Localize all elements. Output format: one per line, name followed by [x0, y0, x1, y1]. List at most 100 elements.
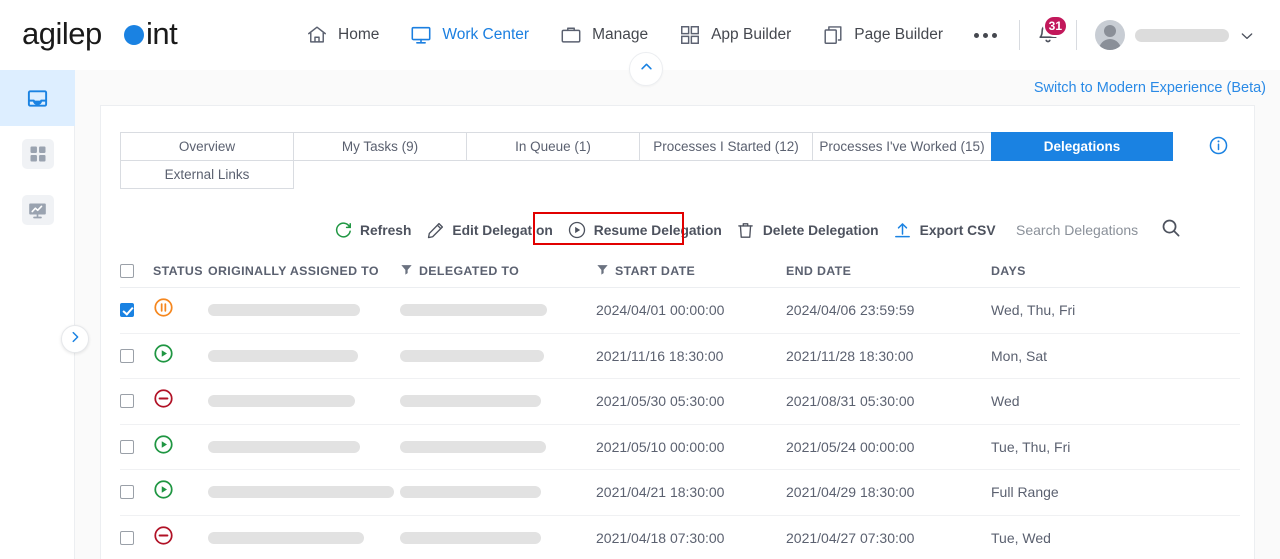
tab-processes-i-started[interactable]: Processes I Started (12) — [639, 132, 813, 161]
redacted-name — [400, 440, 546, 453]
column-header-start-date[interactable]: START DATE — [596, 263, 786, 279]
agilepoint-logo[interactable]: agilep int — [22, 14, 197, 54]
sidebar-item-analytics[interactable] — [0, 182, 75, 238]
filter-icon[interactable] — [400, 263, 413, 279]
cell-days: Tue, Thu, Fri — [991, 438, 1071, 455]
switch-to-modern-experience-link[interactable]: Switch to Modern Experience (Beta) — [1034, 80, 1266, 96]
avatar-icon — [1095, 20, 1125, 50]
row-select-checkbox[interactable] — [120, 303, 134, 318]
redacted-name — [208, 486, 394, 499]
column-header-days[interactable]: DAYS — [991, 264, 1171, 278]
pause-circle-icon — [153, 297, 174, 323]
stop-circle-icon — [153, 525, 174, 551]
inbox-icon — [22, 83, 54, 113]
svg-text:int: int — [146, 16, 178, 51]
row-select-checkbox[interactable] — [120, 485, 134, 500]
cell-originally-assigned-to — [208, 440, 400, 453]
tab-delegations[interactable]: Delegations — [991, 132, 1173, 161]
resume-delegation-button[interactable]: Resume Delegation — [560, 213, 729, 247]
tab-processes-ive-worked[interactable]: Processes I've Worked (15) — [812, 132, 992, 161]
edit-delegation-label: Edit Delegation — [452, 222, 553, 238]
cell-days: Full Range — [991, 484, 1059, 501]
row-select-checkbox[interactable] — [120, 530, 134, 545]
column-header-delegated-to[interactable]: DELEGATED TO — [400, 263, 596, 279]
sidebar-item-inbox[interactable] — [0, 70, 75, 126]
monitor-icon — [409, 23, 433, 47]
column-header-status[interactable]: STATUS — [153, 264, 208, 278]
cell-originally-assigned-to — [208, 304, 400, 317]
play-circle-icon — [153, 343, 174, 369]
left-sidebar — [0, 70, 89, 559]
pages-icon — [821, 23, 845, 47]
row-status-cell — [153, 297, 208, 323]
delegations-table: STATUS ORIGINALLY ASSIGNED TO DELEGATED … — [120, 254, 1240, 559]
nav-item-app-builder[interactable]: App Builder — [663, 0, 806, 70]
cell-start-date: 2021/04/21 18:30:00 — [596, 484, 725, 501]
refresh-button[interactable]: Refresh — [326, 213, 418, 247]
grid-icon — [21, 139, 54, 169]
table-row[interactable]: 2021/05/30 05:30:00 2021/08/31 05:30:00 We… — [120, 379, 1240, 425]
cell-end-date: 2024/04/06 23:59:59 — [786, 302, 915, 319]
edit-delegation-button[interactable]: Edit Delegation — [418, 213, 559, 247]
nav-item-work-center[interactable]: Work Center — [394, 0, 544, 70]
redacted-name — [400, 304, 547, 317]
ellipsis-icon[interactable] — [958, 0, 1013, 70]
trash-icon — [736, 220, 756, 240]
user-menu[interactable] — [1083, 20, 1253, 50]
cell-delegated-to — [400, 349, 596, 362]
search-input[interactable]: Search Delegations — [1016, 222, 1138, 238]
notifications-button[interactable]: 31 — [1026, 13, 1070, 57]
app-window: agilep int Home Work Center Manage App B… — [0, 0, 1280, 559]
expand-sidebar-button[interactable] — [61, 325, 89, 353]
nav-label-page-builder: Page Builder — [854, 26, 943, 43]
column-label-end-date: END DATE — [786, 263, 852, 278]
tab-in-queue[interactable]: In Queue (1) — [466, 132, 640, 161]
redacted-name — [400, 531, 541, 544]
cell-originally-assigned-to — [208, 395, 400, 408]
resume-delegation-label: Resume Delegation — [593, 222, 722, 238]
row-select-checkbox[interactable] — [120, 394, 134, 409]
redacted-name — [400, 486, 541, 499]
cell-end-date: 2021/08/31 05:30:00 — [786, 393, 915, 410]
cell-start-date: 2021/05/10 00:00:00 — [596, 438, 725, 455]
row-select-checkbox[interactable] — [120, 439, 134, 454]
cell-delegated-to — [400, 395, 596, 408]
nav-item-page-builder[interactable]: Page Builder — [806, 0, 958, 70]
tab-external-links[interactable]: External Links — [120, 160, 294, 189]
redacted-name — [400, 395, 541, 408]
column-header-originally-assigned-to[interactable]: ORIGINALLY ASSIGNED TO — [208, 264, 400, 278]
row-status-cell — [153, 525, 208, 551]
cell-start-date: 2021/05/30 05:30:00 — [596, 393, 725, 410]
row-select-cell — [120, 439, 153, 454]
table-row[interactable]: 2021/04/21 18:30:00 2021/04/29 18:30:00 Fu… — [120, 470, 1240, 516]
table-row[interactable]: 2021/05/10 00:00:00 2021/05/24 00:00:00 Tu… — [120, 425, 1240, 470]
search-icon[interactable] — [1160, 217, 1182, 244]
export-csv-button[interactable]: Export CSV — [886, 213, 1003, 247]
delete-delegation-label: Delete Delegation — [762, 222, 879, 238]
table-row[interactable]: 2021/11/16 18:30:00 2021/11/28 18:30:00 Mo… — [120, 334, 1240, 379]
chart-icon — [21, 195, 54, 225]
sidebar-item-dashboard[interactable] — [0, 126, 75, 182]
nav-item-home[interactable]: Home — [290, 0, 394, 70]
select-all-checkbox[interactable] — [120, 263, 134, 278]
table-row[interactable]: 2024/04/01 00:00:00 2024/04/06 23:59:59 We… — [120, 288, 1240, 334]
chevron-up-icon — [639, 59, 654, 79]
info-icon[interactable] — [1208, 135, 1229, 161]
cell-start-date: 2021/04/18 07:30:00 — [596, 529, 725, 546]
column-header-end-date[interactable]: END DATE — [786, 264, 991, 278]
cell-start-date: 2024/04/01 00:00:00 — [596, 302, 725, 319]
cell-originally-assigned-to — [208, 531, 400, 544]
delete-delegation-button[interactable]: Delete Delegation — [729, 213, 886, 247]
tab-my-tasks[interactable]: My Tasks (9) — [293, 132, 467, 161]
row-status-cell — [153, 388, 208, 414]
filter-icon[interactable] — [596, 263, 609, 279]
table-row[interactable]: 2021/04/18 07:30:00 2021/04/27 07:30:00 Tu… — [120, 516, 1240, 559]
collapse-header-button[interactable] — [629, 52, 663, 86]
redacted-name — [208, 349, 358, 362]
table-header-row: STATUS ORIGINALLY ASSIGNED TO DELEGATED … — [120, 254, 1240, 288]
tab-overview[interactable]: Overview — [120, 132, 294, 161]
redacted-name — [208, 531, 364, 544]
row-select-checkbox[interactable] — [120, 348, 134, 363]
row-status-cell — [153, 434, 208, 460]
cell-days: Wed, Thu, Fri — [991, 302, 1076, 319]
